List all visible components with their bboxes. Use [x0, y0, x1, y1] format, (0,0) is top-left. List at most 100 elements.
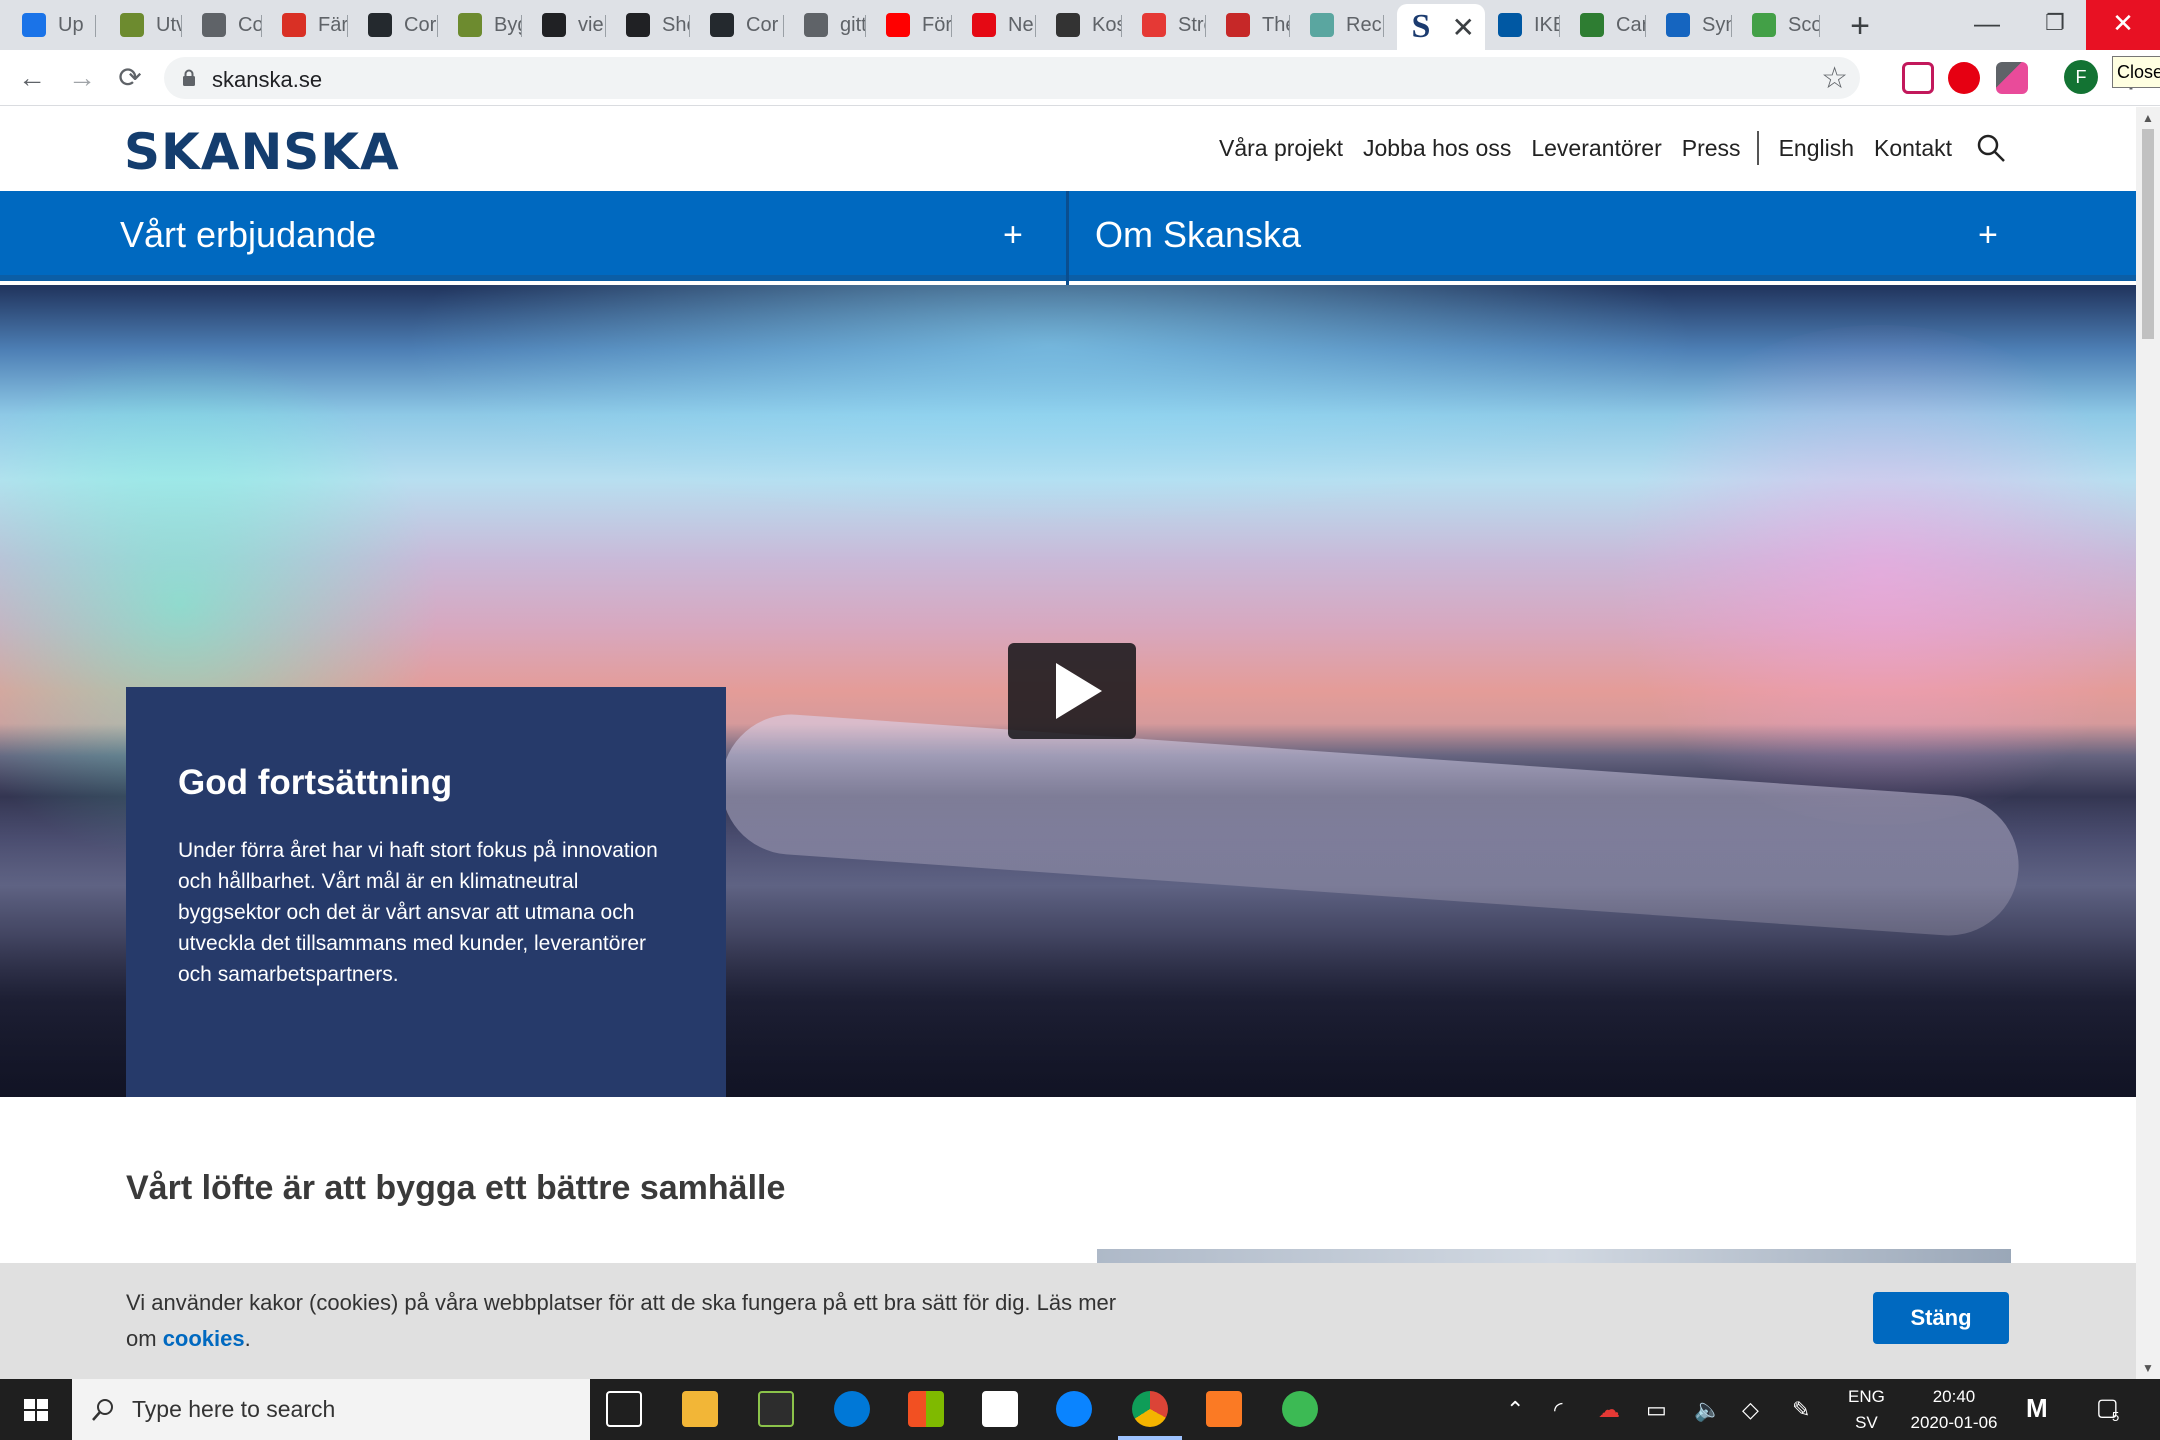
- browser-tab[interactable]: Stre: [1130, 6, 1206, 44]
- taskbar-clock[interactable]: 20:40 2020-01-06: [1898, 1384, 2010, 1436]
- dropbox-icon[interactable]: ◇: [1742, 1397, 1759, 1423]
- xampp-icon[interactable]: [1206, 1391, 1242, 1427]
- firefox-icon[interactable]: [1056, 1391, 1092, 1427]
- nav-link-english[interactable]: English: [1779, 135, 1854, 162]
- video-play-button[interactable]: [1008, 643, 1136, 739]
- bookmark-star-icon[interactable]: ☆: [1821, 61, 1848, 96]
- file-explorer-icon[interactable]: [682, 1391, 718, 1427]
- m-app-icon[interactable]: M: [2026, 1393, 2048, 1424]
- mail-icon[interactable]: [982, 1391, 1018, 1427]
- scroll-thumb[interactable]: [2142, 129, 2154, 339]
- tab-title: Sho: [662, 13, 690, 36]
- scroll-up-arrow-icon[interactable]: ▲: [2136, 111, 2160, 125]
- tab-separator: [1731, 15, 1732, 37]
- browser-tab[interactable]: Cor: [698, 6, 784, 44]
- new-tab-button[interactable]: +: [1840, 6, 1880, 46]
- hero-video[interactable]: God fortsättning Under förra året har vi…: [0, 285, 2136, 1097]
- browser-tab[interactable]: Kos: [1044, 6, 1122, 44]
- tab-separator: [689, 15, 690, 37]
- browser-tab[interactable]: Byg: [446, 6, 522, 44]
- input-language[interactable]: ENG SV: [1848, 1384, 1885, 1436]
- browser-tab[interactable]: Syn: [1654, 6, 1732, 44]
- top-navigation: Våra projekt Jobba hos oss Leverantörer …: [1199, 131, 2006, 165]
- tab-title: gitt: [840, 13, 866, 36]
- play-icon: [1056, 663, 1102, 719]
- mega-menu-divider: [1066, 191, 1069, 287]
- cookies-link[interactable]: cookies: [163, 1326, 245, 1351]
- show-hidden-icons-chevron-icon[interactable]: ⌃: [1506, 1397, 1524, 1423]
- browser-tab[interactable]: Cor: [356, 6, 438, 44]
- scroll-down-arrow-icon[interactable]: ▼: [2136, 1361, 2160, 1375]
- store-icon[interactable]: [908, 1391, 944, 1427]
- nav-link-kontakt[interactable]: Kontakt: [1874, 135, 1952, 162]
- opera-extension-icon[interactable]: [1948, 62, 1980, 94]
- nav-link-leverantorer[interactable]: Leverantörer: [1531, 135, 1661, 162]
- minimize-button[interactable]: —: [1950, 0, 2024, 50]
- tab-favicon-icon: [1142, 13, 1166, 37]
- browser-tab[interactable]: För: [874, 6, 952, 44]
- browser-tab[interactable]: Rec: [1298, 6, 1384, 44]
- windows-start-icon[interactable]: [0, 1379, 72, 1440]
- tab-favicon-icon: [1666, 13, 1690, 37]
- tab-separator: [181, 15, 182, 37]
- browser-tab[interactable]: vie: [530, 6, 606, 44]
- tab-favicon-icon: S: [1409, 8, 1433, 45]
- battery-icon[interactable]: ▭: [1646, 1397, 1667, 1423]
- browser-tab[interactable]: Sco: [1740, 6, 1820, 44]
- task-view-icon[interactable]: [606, 1391, 642, 1427]
- mega-menu-vart-erbjudande[interactable]: Vårt erbjudande: [0, 191, 1066, 275]
- tab-favicon-icon: [1580, 13, 1604, 37]
- tab-separator: [261, 15, 262, 37]
- tab-title: Up: [58, 13, 84, 36]
- nav-divider: [1756, 131, 1759, 165]
- restore-button[interactable]: ❐: [2018, 0, 2092, 50]
- browser-tab[interactable]: S ✕: [1397, 4, 1485, 50]
- browser-tab[interactable]: Fär: [270, 6, 348, 44]
- skanska-logo[interactable]: SKANSKA: [124, 123, 400, 181]
- browser-tab[interactable]: IKE: [1486, 6, 1560, 44]
- nav-link-vara-projekt[interactable]: Våra projekt: [1219, 135, 1343, 162]
- tab-separator: [95, 15, 96, 37]
- browser-tab[interactable]: Sho: [614, 6, 690, 44]
- volume-icon[interactable]: 🔈: [1694, 1397, 1721, 1423]
- tab-favicon-icon: [282, 13, 306, 37]
- eyedropper-extension-icon[interactable]: [1996, 62, 2028, 94]
- tab-separator: [605, 15, 606, 37]
- reload-button[interactable]: ⟳: [110, 58, 150, 98]
- browser-tab[interactable]: The: [1214, 6, 1290, 44]
- browser-tab[interactable]: Utv: [108, 6, 182, 44]
- tab-favicon-icon: [804, 13, 828, 37]
- address-bar[interactable]: skanska.se ☆: [164, 57, 1860, 99]
- onedrive-icon[interactable]: ☁: [1598, 1397, 1620, 1423]
- page-scrollbar[interactable]: ▲ ▼: [2136, 107, 2160, 1379]
- browser-tab[interactable]: Up: [10, 6, 96, 44]
- tab-title: Stre: [1178, 13, 1206, 36]
- tab-close-icon[interactable]: ✕: [1452, 11, 1475, 44]
- url-text[interactable]: skanska.se: [212, 67, 322, 93]
- profile-avatar[interactable]: F: [2064, 60, 2098, 94]
- forward-button[interactable]: →: [62, 58, 102, 98]
- browser-tab[interactable]: Car: [1568, 6, 1646, 44]
- nav-link-press[interactable]: Press: [1682, 135, 1741, 162]
- section-title: Vårt löfte är att bygga ett bättre samhä…: [126, 1169, 786, 1207]
- terminal-icon[interactable]: [758, 1391, 794, 1427]
- nav-link-jobba-hos-oss[interactable]: Jobba hos oss: [1363, 135, 1511, 162]
- chrome-icon[interactable]: [1132, 1391, 1168, 1427]
- search-icon[interactable]: [1976, 133, 2006, 163]
- mega-menu-om-skanska[interactable]: Om Skanska: [975, 191, 2136, 275]
- tab-separator: [1383, 15, 1384, 37]
- pocket-extension-icon[interactable]: [1902, 62, 1934, 94]
- window-close-button[interactable]: ✕: [2086, 0, 2160, 50]
- wifi-icon[interactable]: ◜: [1554, 1397, 1563, 1423]
- atom-icon[interactable]: [1282, 1391, 1318, 1427]
- cookie-close-button[interactable]: Stäng: [1873, 1292, 2009, 1344]
- taskbar-search-box[interactable]: Type here to search: [72, 1379, 590, 1440]
- browser-tab[interactable]: Ne: [960, 6, 1036, 44]
- pen-icon[interactable]: ✎: [1792, 1397, 1810, 1423]
- expand-plus-icon[interactable]: +: [1978, 191, 1998, 279]
- tab-title: IKE: [1534, 13, 1560, 36]
- browser-tab[interactable]: Col: [190, 6, 262, 44]
- browser-tab[interactable]: gitt: [792, 6, 866, 44]
- back-button[interactable]: ←: [12, 58, 52, 98]
- edge-icon[interactable]: [834, 1391, 870, 1427]
